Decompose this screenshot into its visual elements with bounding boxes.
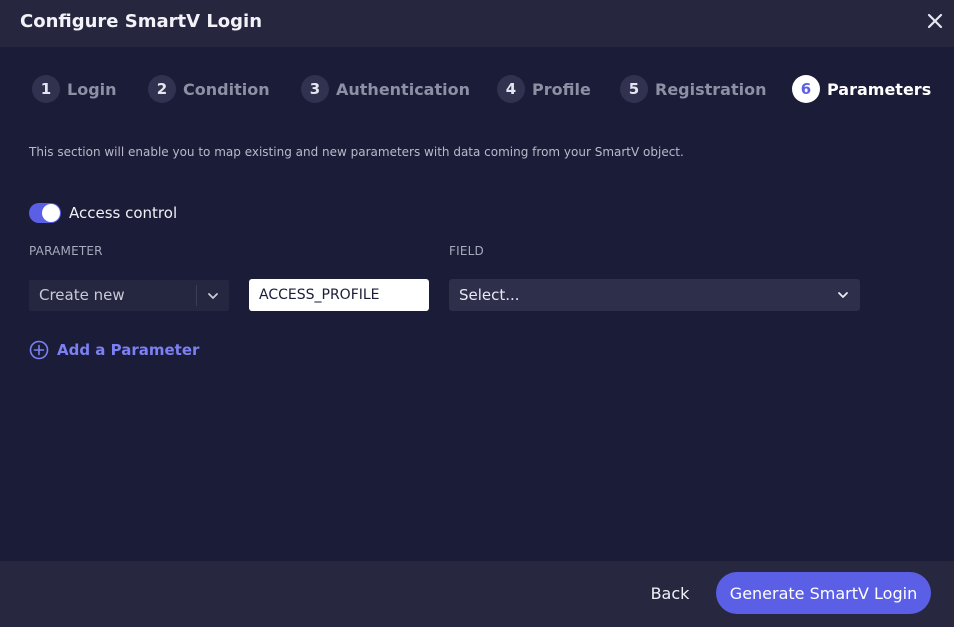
modal-title: Configure SmartV Login <box>20 11 263 32</box>
step-label: Authentication <box>336 79 470 99</box>
step-label: Condition <box>183 79 270 99</box>
parameter-name-input[interactable] <box>249 279 429 311</box>
step-number: 1 <box>32 75 60 103</box>
step-label: Parameters <box>827 79 932 99</box>
step-condition[interactable]: 2 Condition <box>148 75 270 103</box>
step-label: Registration <box>655 79 767 99</box>
step-login[interactable]: 1 Login <box>32 75 117 103</box>
select-divider <box>196 285 197 306</box>
plus-circle-icon <box>29 340 49 360</box>
chevron-down-icon <box>838 292 848 298</box>
access-control-row: Access control <box>29 202 177 224</box>
access-control-label: Access control <box>69 204 178 222</box>
generate-login-button[interactable]: Generate SmartV Login <box>716 572 931 614</box>
add-parameter-button[interactable]: Add a Parameter <box>29 339 199 361</box>
close-icon[interactable] <box>924 10 946 32</box>
step-parameters[interactable]: 6 Parameters <box>792 75 931 103</box>
chevron-down-icon <box>208 293 218 299</box>
step-number: 4 <box>497 75 525 103</box>
field-select-value: Select... <box>459 286 520 304</box>
step-number: 3 <box>301 75 329 103</box>
step-label: Login <box>67 79 117 99</box>
wizard-steps: 1 Login 2 Condition 3 Authentication 4 P… <box>32 75 932 103</box>
field-column-header: FIELD <box>449 244 484 258</box>
parameter-mode-select[interactable]: Create new <box>29 280 229 311</box>
step-registration[interactable]: 5 Registration <box>620 75 766 103</box>
back-button[interactable]: Back <box>638 572 702 614</box>
add-parameter-label: Add a Parameter <box>57 341 200 359</box>
field-select[interactable]: Select... <box>449 279 860 311</box>
section-description: This section will enable you to map exis… <box>29 145 684 159</box>
step-number: 2 <box>148 75 176 103</box>
step-authentication[interactable]: 3 Authentication <box>301 75 470 103</box>
step-number: 5 <box>620 75 648 103</box>
access-control-toggle[interactable] <box>29 203 61 223</box>
parameter-column-header: PARAMETER <box>29 244 103 258</box>
modal-header: Configure SmartV Login <box>0 0 954 47</box>
step-profile[interactable]: 4 Profile <box>497 75 591 103</box>
parameter-mode-value: Create new <box>39 286 125 304</box>
step-label: Profile <box>532 79 591 99</box>
toggle-knob <box>42 204 60 222</box>
configure-login-modal: Configure SmartV Login 1 Login 2 Conditi… <box>0 0 954 627</box>
step-number: 6 <box>792 75 820 103</box>
